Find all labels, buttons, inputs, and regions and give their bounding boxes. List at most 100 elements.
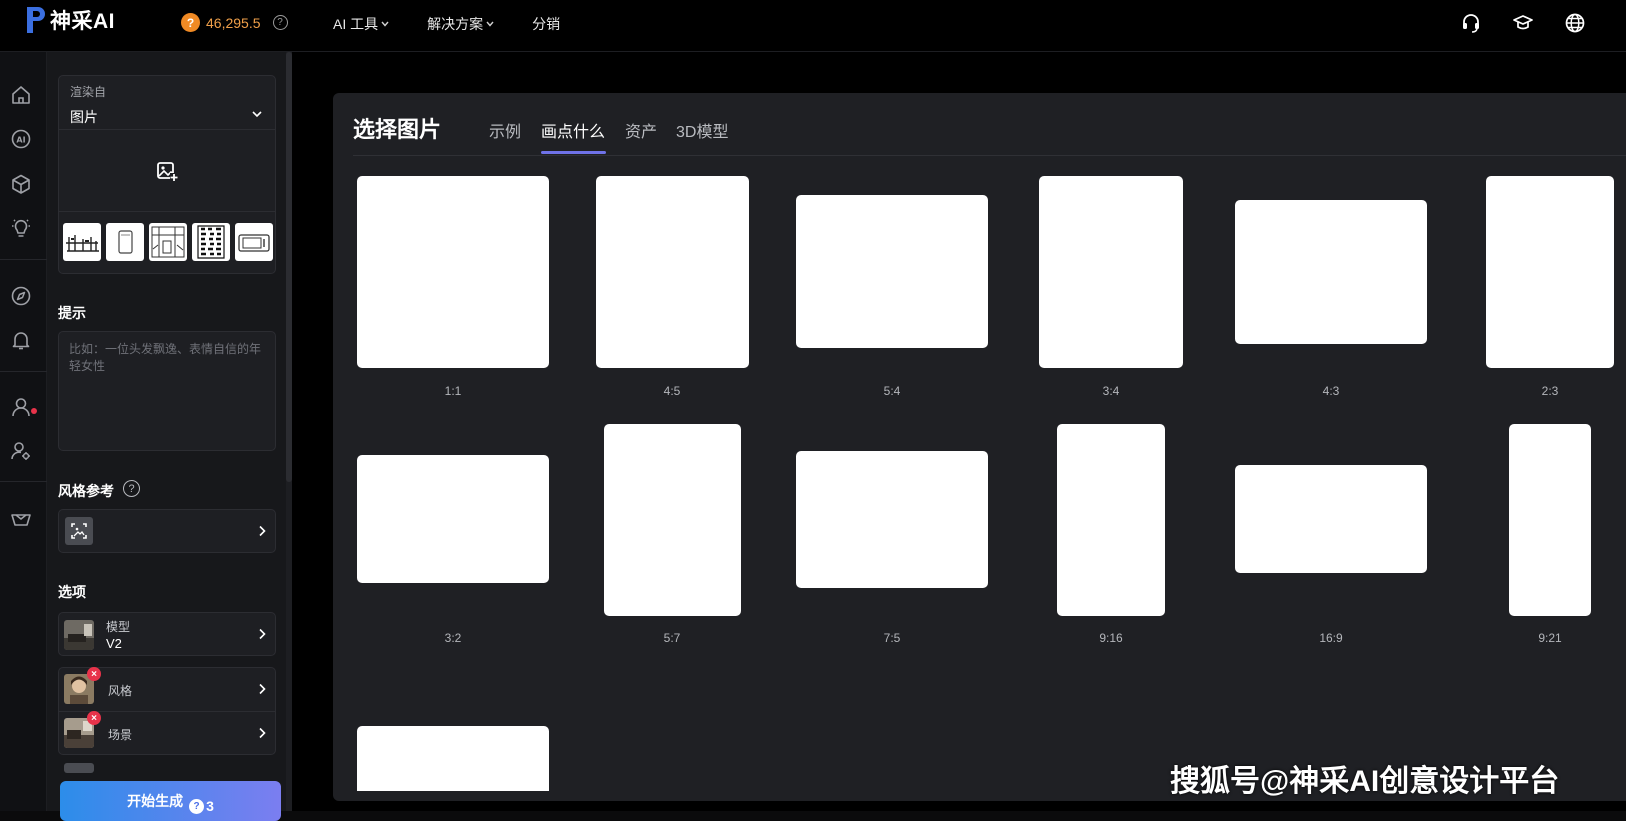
ratio-card[interactable] [1039, 176, 1183, 368]
card-divider [59, 211, 275, 212]
interior-photo-icon [64, 620, 94, 650]
example-thumbnail[interactable] [149, 223, 187, 261]
lightbulb-icon[interactable] [10, 217, 32, 239]
credits-balance: ? 46,295.5 ? [181, 13, 288, 32]
example-thumbnail[interactable] [235, 223, 273, 261]
generate-label: 开始生成 [127, 793, 184, 809]
user-icon[interactable] [10, 396, 32, 418]
sketch-interior-icon [151, 226, 185, 258]
model-thumbnail [64, 620, 94, 650]
tab-assets[interactable]: 资产 [625, 118, 657, 142]
cube-icon[interactable] [10, 173, 32, 195]
ratio-label: 3:2 [444, 631, 462, 645]
ratio-label: 4:3 [1322, 384, 1340, 398]
generate-cost-value: 3 [206, 798, 214, 814]
ratio-label: 9:16 [1099, 631, 1123, 645]
model-value: V2 [106, 636, 122, 651]
ratio-label: 9:21 [1538, 631, 1562, 645]
basket-icon[interactable] [10, 507, 32, 529]
ratio-card[interactable] [1057, 424, 1165, 616]
ratio-label: 7:5 [883, 631, 901, 645]
ai-icon[interactable]: AI [10, 128, 32, 150]
tab-examples[interactable]: 示例 [489, 118, 521, 142]
notification-dot [31, 408, 37, 414]
generate-cost: ? 3 [189, 791, 214, 821]
chevron-right-icon[interactable] [257, 525, 267, 537]
prompt-input[interactable]: 比如：一位头发飘逸、表情自信的年轻女性 [58, 331, 276, 451]
ratio-card[interactable] [596, 176, 749, 368]
scan-image-icon [71, 523, 87, 539]
example-thumbnail[interactable] [63, 223, 101, 261]
top-right-icons [1460, 12, 1586, 34]
chevron-down-icon[interactable] [251, 108, 263, 120]
ratio-card[interactable] [357, 455, 549, 583]
user-settings-icon[interactable] [10, 440, 32, 462]
coin-icon: ? [181, 13, 200, 32]
help-icon[interactable]: ? [123, 480, 140, 497]
top-bar: 神采AI ? 46,295.5 ? AI 工具 解决方案 分销 [0, 0, 1626, 52]
ratio-card[interactable] [796, 195, 988, 348]
ratio-card[interactable] [1235, 465, 1427, 573]
chevron-down-icon [486, 21, 494, 27]
bell-icon[interactable] [10, 329, 32, 351]
tab-draw[interactable]: 画点什么 [541, 118, 605, 142]
nav-solutions-label: 解决方案 [427, 16, 484, 32]
ratio-label: 1:1 [444, 384, 462, 398]
render-from-label: 渲染自 [70, 85, 107, 99]
nav-ai-tools-label: AI 工具 [333, 16, 379, 32]
tab-divider [353, 155, 1626, 156]
headset-icon[interactable] [1460, 12, 1482, 34]
remove-scene-icon[interactable]: × [87, 711, 101, 725]
ratio-label: 5:7 [663, 631, 681, 645]
chevron-right-icon[interactable] [257, 628, 267, 640]
chevron-down-icon [381, 21, 389, 27]
ratio-card[interactable] [357, 176, 549, 368]
rail-divider [0, 371, 47, 372]
sketch-lineart-icon [66, 235, 99, 252]
scene-option-label[interactable]: 场景 [108, 726, 132, 743]
brand-name: 神采AI [50, 10, 115, 33]
ratio-label: 3:4 [1102, 384, 1120, 398]
nav-distribution-label: 分销 [532, 16, 561, 32]
remove-style-icon[interactable]: × [87, 667, 101, 681]
chevron-right-icon[interactable] [257, 683, 267, 695]
icon-rail: AI [0, 52, 47, 811]
graduation-cap-icon[interactable] [1512, 12, 1534, 34]
compass-icon[interactable] [10, 285, 32, 307]
ratio-card[interactable] [357, 726, 549, 791]
card-divider [59, 129, 275, 130]
chevron-right-icon[interactable] [257, 727, 267, 739]
ratio-label: 5:4 [883, 384, 901, 398]
svg-text:AI: AI [16, 136, 25, 145]
render-from-select[interactable]: 图片 [70, 107, 98, 127]
help-icon[interactable]: ? [272, 15, 288, 30]
ratio-card[interactable] [1235, 200, 1427, 344]
globe-icon[interactable] [1564, 12, 1586, 34]
add-image-icon[interactable] [155, 159, 179, 183]
logo[interactable]: 神采AI [24, 4, 115, 36]
ratio-card[interactable] [604, 424, 741, 616]
model-label: 模型 [106, 620, 131, 634]
tab-3d-model[interactable]: 3D模型 [676, 118, 728, 142]
style-ref-thumbnail [65, 517, 93, 545]
sketch-product-icon [118, 230, 133, 254]
sketch-building-icon [197, 225, 225, 259]
style-option-label[interactable]: 风格 [108, 682, 132, 699]
nav-ai-tools[interactable]: AI 工具 [333, 14, 389, 34]
ratio-card[interactable] [796, 451, 988, 588]
nav-solutions[interactable]: 解决方案 [427, 14, 494, 34]
ratio-card[interactable] [1486, 176, 1614, 368]
ratio-label: 16:9 [1319, 631, 1343, 645]
options-title: 选项 [58, 584, 86, 600]
nav-distribution[interactable]: 分销 [532, 14, 560, 34]
sketch-appliance-icon [238, 234, 270, 252]
example-thumbnail[interactable] [106, 223, 144, 261]
watermark-text: 搜狐号@神采AI创意设计平台 [1170, 765, 1560, 798]
main-nav: AI 工具 解决方案 分销 [333, 14, 598, 34]
start-generate-button[interactable]: 开始生成 ? 3 [60, 781, 281, 821]
example-thumbnail[interactable] [192, 223, 230, 261]
rail-divider [0, 259, 47, 260]
home-icon[interactable] [10, 84, 32, 106]
logo-mark-icon [27, 7, 45, 33]
ratio-card[interactable] [1509, 424, 1591, 616]
